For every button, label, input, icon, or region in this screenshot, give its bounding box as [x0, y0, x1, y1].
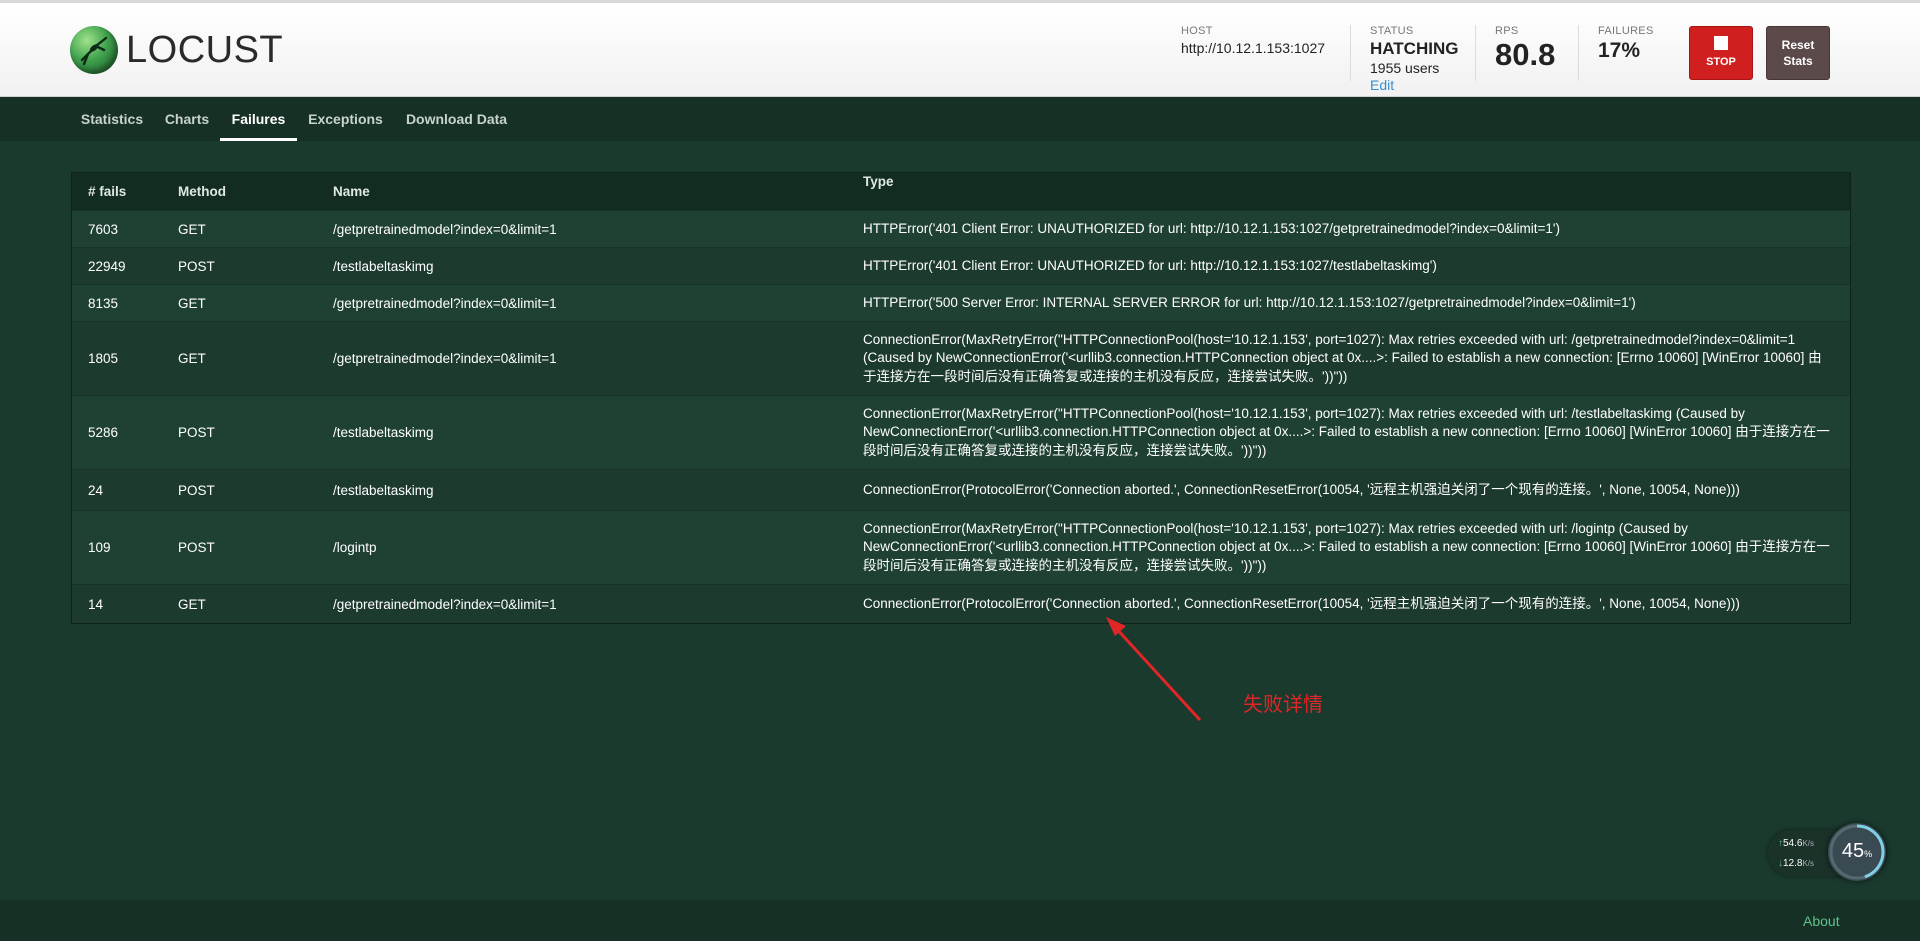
- type-cell: HTTPError('500 Server Error: INTERNAL SE…: [863, 294, 1636, 310]
- reset-label-line2: Stats: [1783, 54, 1813, 68]
- divider: [1350, 25, 1351, 81]
- table-row: 8135 GET /getpretrainedmodel?index=0&lim…: [72, 284, 1850, 321]
- type-cell: ConnectionError(MaxRetryError("HTTPConne…: [863, 405, 1830, 458]
- user-count: 1955 users: [1370, 60, 1440, 76]
- name-cell: /getpretrainedmodel?index=0&limit=1: [333, 221, 557, 237]
- status-box: STATUS HATCHING 1955 users Edit: [1370, 25, 1458, 93]
- table-header: # fails Method Name Type: [72, 173, 1850, 210]
- failures-box: FAILURES 17%: [1598, 25, 1654, 63]
- upload-unit: K/s: [1802, 839, 1815, 848]
- table-row: 1805 GET /getpretrainedmodel?index=0&lim…: [72, 321, 1850, 395]
- failures-value: 17%: [1598, 39, 1641, 62]
- fails-cell: 8135: [88, 295, 119, 311]
- method-cell: GET: [178, 351, 206, 366]
- annotation-label: 失败详情: [1243, 694, 1323, 716]
- rps-value: 80.8: [1495, 37, 1556, 72]
- column-header-fails[interactable]: # fails: [88, 173, 126, 210]
- host-box: HOST http://10.12.1.153:1027: [1181, 25, 1325, 56]
- upload-speed: ↑54.6K/s: [1778, 838, 1814, 849]
- column-header-method[interactable]: Method: [178, 173, 226, 210]
- name-cell: /getpretrainedmodel?index=0&limit=1: [333, 596, 557, 612]
- method-cell: POST: [178, 540, 215, 555]
- tab-charts[interactable]: Charts: [160, 97, 214, 141]
- method-cell: POST: [178, 258, 215, 274]
- type-cell: ConnectionError(ProtocolError('Connectio…: [863, 595, 1740, 611]
- download-speed: ↓12.8K/s: [1778, 858, 1814, 869]
- stop-button[interactable]: STOP: [1689, 26, 1753, 80]
- tab-failures[interactable]: Failures: [220, 97, 297, 141]
- fails-cell: 24: [88, 482, 104, 498]
- fails-cell: 7603: [88, 221, 119, 237]
- name-cell: /testlabeltaskimg: [333, 425, 434, 440]
- table-row: 22949 POST /testlabeltaskimg HTTPError('…: [72, 247, 1850, 284]
- column-header-type[interactable]: Type: [863, 173, 1833, 192]
- footer: About: [0, 900, 1920, 941]
- reset-stats-button[interactable]: Reset Stats: [1766, 26, 1830, 80]
- table-row: 5286 POST /testlabeltaskimg ConnectionEr…: [72, 395, 1850, 469]
- tab-bar: Statistics Charts Failures Exceptions Do…: [0, 97, 1920, 141]
- fails-cell: 5286: [88, 425, 119, 440]
- name-cell: /logintp: [333, 540, 377, 555]
- logo-text: LOCUST: [126, 28, 284, 71]
- column-header-name[interactable]: Name: [333, 173, 370, 210]
- failures-label: FAILURES: [1598, 25, 1654, 37]
- download-value: 12.8: [1783, 858, 1803, 869]
- name-cell: /testlabeltaskimg: [333, 258, 434, 274]
- reset-label-line1: Reset: [1781, 38, 1815, 52]
- table-row: 24 POST /testlabeltaskimg ConnectionErro…: [72, 469, 1850, 510]
- download-unit: K/s: [1802, 859, 1815, 868]
- header: LOCUST HOST http://10.12.1.153:1027 STAT…: [0, 3, 1920, 97]
- upload-value: 54.6: [1783, 838, 1803, 849]
- status-value: HATCHING: [1370, 39, 1459, 58]
- status-label: STATUS: [1370, 25, 1414, 37]
- type-cell: ConnectionError(ProtocolError('Connectio…: [863, 481, 1740, 497]
- name-cell: /testlabeltaskimg: [333, 482, 434, 498]
- method-cell: POST: [178, 482, 215, 498]
- method-cell: POST: [178, 425, 215, 440]
- tab-statistics[interactable]: Statistics: [71, 97, 153, 141]
- host-label: HOST: [1181, 25, 1213, 37]
- divider: [1578, 25, 1579, 81]
- method-cell: GET: [178, 221, 206, 237]
- tab-download-data[interactable]: Download Data: [398, 97, 515, 141]
- type-cell: ConnectionError(MaxRetryError("HTTPConne…: [863, 520, 1830, 573]
- fails-cell: 109: [88, 540, 111, 555]
- edit-link[interactable]: Edit: [1370, 77, 1458, 93]
- failures-table: # fails Method Name Type 7603 GET /getpr…: [71, 172, 1851, 624]
- rps-label: RPS: [1495, 25, 1519, 37]
- annotation-arrow-icon: [1106, 617, 1202, 722]
- stop-icon: [1714, 36, 1728, 50]
- method-cell: GET: [178, 596, 206, 612]
- about-link[interactable]: About: [1803, 913, 1840, 929]
- tab-exceptions[interactable]: Exceptions: [303, 97, 388, 141]
- type-cell: HTTPError('401 Client Error: UNAUTHORIZE…: [863, 257, 1437, 273]
- stop-label: STOP: [1706, 56, 1736, 68]
- table-row: 7603 GET /getpretrainedmodel?index=0&lim…: [72, 210, 1850, 247]
- table-row: 109 POST /logintp ConnectionError(MaxRet…: [72, 510, 1850, 584]
- name-cell: /getpretrainedmodel?index=0&limit=1: [333, 295, 557, 311]
- fails-cell: 14: [88, 596, 104, 612]
- locust-logo-icon: [70, 26, 118, 74]
- logo[interactable]: LOCUST: [70, 25, 283, 75]
- method-cell: GET: [178, 295, 206, 311]
- rps-box: RPS 80.8: [1495, 25, 1555, 73]
- table-row: 14 GET /getpretrainedmodel?index=0&limit…: [72, 584, 1850, 623]
- fails-cell: 22949: [88, 258, 126, 274]
- type-cell: ConnectionError(MaxRetryError("HTTPConne…: [863, 331, 1822, 384]
- load-gauge[interactable]: 45%: [1828, 823, 1886, 881]
- name-cell: /getpretrainedmodel?index=0&limit=1: [333, 351, 557, 366]
- type-cell: HTTPError('401 Client Error: UNAUTHORIZE…: [863, 220, 1560, 236]
- fails-cell: 1805: [88, 351, 119, 366]
- load-percent: 45%: [1841, 840, 1873, 862]
- host-value: http://10.12.1.153:1027: [1181, 40, 1326, 56]
- divider: [1475, 25, 1476, 81]
